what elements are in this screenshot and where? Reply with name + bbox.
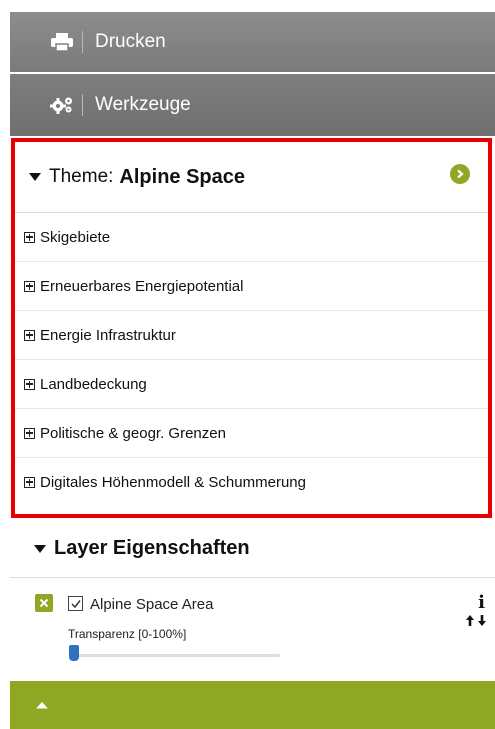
expand-plus-icon[interactable] (24, 231, 35, 243)
tools-label: Werkzeuge (95, 94, 191, 115)
theme-group-item[interactable]: Digitales Höhenmodell & Schummerung (15, 458, 488, 506)
expand-plus-icon[interactable] (24, 280, 35, 292)
print-button[interactable]: Drucken (10, 12, 495, 72)
expand-plus-icon[interactable] (24, 427, 35, 439)
theme-header[interactable]: Theme: Alpine Space (15, 142, 488, 213)
theme-prefix: Theme: (49, 166, 114, 187)
chevron-right-circle-icon[interactable] (450, 164, 470, 184)
toolbar-divider (82, 31, 83, 53)
info-icon[interactable]: i (478, 592, 485, 613)
transparency-slider[interactable] (69, 645, 280, 661)
expand-plus-icon[interactable] (24, 476, 35, 488)
theme-group-item[interactable]: Politische & geogr. Grenzen (15, 409, 488, 458)
theme-group-label: Digitales Höhenmodell & Schummerung (40, 473, 306, 491)
print-label: Drucken (95, 31, 166, 52)
expand-plus-icon[interactable] (24, 329, 35, 341)
theme-group-label: Energie Infrastruktur (40, 326, 176, 344)
layer-item: Alpine Space Area i Transparenz [0-100%] (10, 580, 495, 680)
theme-name: Alpine Space (119, 165, 246, 188)
layer-properties-title: Layer Eigenschaften (54, 537, 250, 559)
slider-handle[interactable] (69, 645, 79, 661)
theme-group-item[interactable]: Skigebiete (15, 213, 488, 262)
layer-properties-header[interactable]: Layer Eigenschaften (10, 520, 495, 578)
tools-button[interactable]: Werkzeuge (10, 74, 495, 136)
collapse-panel-button[interactable] (10, 681, 495, 729)
theme-group-item[interactable]: Landbedeckung (15, 360, 488, 409)
remove-layer-button[interactable] (35, 594, 53, 612)
theme-panel: Theme: Alpine Space Skigebiete Erneuerba… (11, 138, 492, 518)
caret-up-icon (36, 702, 48, 709)
theme-group-item[interactable]: Energie Infrastruktur (15, 311, 488, 360)
theme-group-item[interactable]: Erneuerbares Energiepotential (15, 262, 488, 311)
close-icon (39, 598, 49, 608)
theme-group-label: Landbedeckung (40, 375, 147, 393)
layer-visibility-checkbox[interactable] (68, 596, 83, 611)
expand-plus-icon[interactable] (24, 378, 35, 390)
arrow-down-icon[interactable] (477, 614, 487, 627)
caret-down-icon (34, 544, 46, 553)
arrow-up-icon[interactable] (465, 614, 475, 627)
reorder-arrows (465, 614, 487, 627)
caret-down-icon (29, 173, 41, 181)
theme-group-label: Erneuerbares Energiepotential (40, 277, 244, 295)
toolbar-divider (82, 94, 83, 116)
checkmark-icon (71, 600, 81, 609)
layer-name: Alpine Space Area (90, 596, 214, 613)
printer-icon (50, 32, 74, 52)
transparency-label: Transparenz [0-100%] (68, 627, 187, 641)
theme-group-list: Skigebiete Erneuerbares Energiepotential… (15, 213, 488, 506)
theme-group-label: Politische & geogr. Grenzen (40, 424, 226, 442)
gears-icon (50, 95, 74, 115)
theme-group-label: Skigebiete (40, 228, 111, 246)
